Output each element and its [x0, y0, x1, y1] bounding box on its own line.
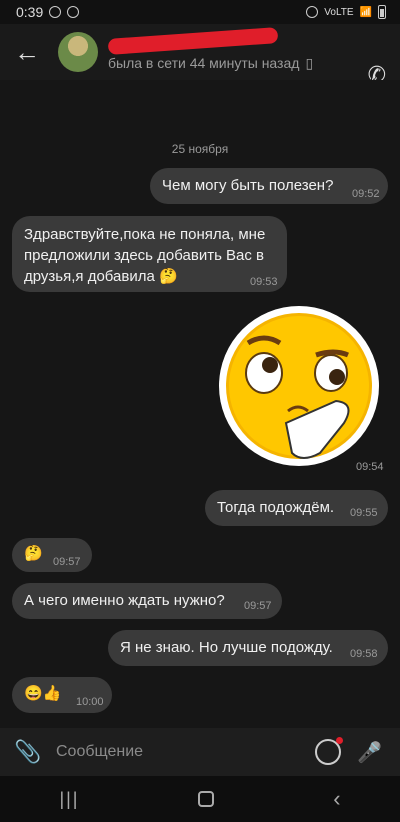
- message-time: 09:57: [53, 556, 81, 568]
- microphone-icon[interactable]: 🎤: [357, 740, 382, 765]
- message-text: Чем могу быть полезен?: [162, 177, 334, 194]
- message-time: 09:54: [356, 461, 384, 473]
- message-in[interactable]: Здравствуйте,пока не поняла, мне предлож…: [12, 216, 287, 292]
- wifi-icon: 📶: [359, 6, 372, 18]
- attach-icon[interactable]: 📎: [0, 739, 56, 765]
- message-text: 😄👍: [24, 685, 62, 702]
- message-text: Здравствуйте,пока не поняла, мне предлож…: [24, 226, 266, 285]
- emoji-icon[interactable]: [315, 737, 344, 765]
- message-time: 09:58: [350, 648, 378, 660]
- message-time: 09:55: [350, 507, 378, 519]
- message-time: 10:00: [76, 696, 104, 708]
- carrier-label: VoLTE: [324, 6, 354, 18]
- avatar[interactable]: [58, 32, 98, 72]
- thinking-emoji-sticker[interactable]: [216, 303, 382, 469]
- message-text: Я не знаю. Но лучше подожду.: [120, 639, 333, 656]
- contact-name-redacted[interactable]: [107, 26, 279, 55]
- message-text: А чего именно ждать нужно?: [24, 592, 225, 609]
- last-seen: была в сети 44 минуты назад: [108, 55, 300, 71]
- date-separator: 25 ноября: [171, 142, 229, 156]
- battery-icon: [378, 5, 386, 19]
- back-nav-button[interactable]: ‹: [333, 786, 340, 812]
- recent-apps-button[interactable]: |||: [59, 789, 79, 810]
- message-time: 09:53: [250, 276, 278, 288]
- alarm-icon: [306, 6, 319, 18]
- status-time: 0:39: [16, 4, 44, 20]
- android-nav-bar: ||| ‹: [0, 776, 400, 822]
- message-time: 09:52: [352, 188, 380, 200]
- back-button[interactable]: ←: [0, 37, 54, 68]
- message-text: 🤔: [24, 545, 43, 562]
- message-in[interactable]: А чего именно ждать нужно?: [12, 583, 282, 619]
- status-bar: 0:39 VoLTE 📶: [0, 0, 400, 24]
- shield-icon: [67, 6, 80, 18]
- chat-header: ← была в сети 44 минуты назад ▯ ✆: [0, 24, 400, 87]
- chat-area[interactable]: 25 ноября Чем могу быть полезен? 09:52 З…: [0, 80, 400, 728]
- message-time: 09:57: [244, 600, 272, 612]
- message-input[interactable]: Сообщение: [56, 743, 315, 761]
- message-out[interactable]: Я не знаю. Но лучше подожду.: [108, 630, 388, 666]
- message-text: Тогда подождём.: [217, 499, 335, 516]
- home-button[interactable]: [198, 791, 215, 807]
- minus-circle-icon: [49, 6, 62, 18]
- mobile-icon: ▯: [305, 54, 314, 71]
- message-composer: 📎 Сообщение 🎤: [0, 728, 400, 776]
